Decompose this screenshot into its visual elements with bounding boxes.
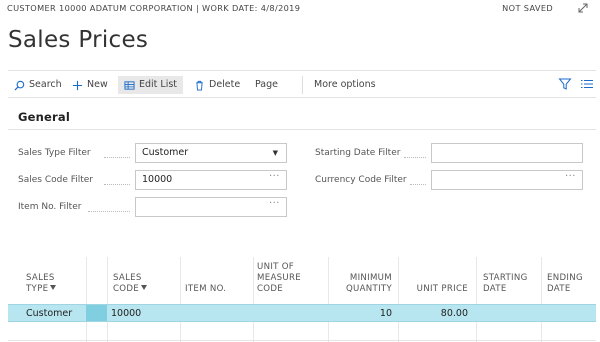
cell-sales-code[interactable]: 10000 (111, 308, 141, 319)
col-header-text: DATE (483, 284, 507, 294)
col-header-sales-type[interactable]: SALES TYPE (26, 273, 57, 295)
starting-date-filter-field[interactable] (431, 143, 583, 163)
col-header-text: DATE (547, 284, 571, 294)
sales-code-filter-field[interactable]: 10000 ··· (135, 170, 287, 190)
col-header-ending-date[interactable]: ENDING DATE (547, 273, 583, 295)
col-header-text: MEASURE (257, 273, 301, 283)
page-menu-button[interactable]: Page (255, 76, 278, 94)
label-dots (104, 184, 130, 185)
col-header-minimum-quantity[interactable]: MINIMUM QUANTITY (338, 273, 392, 295)
context-bar: CUSTOMER 10000 ADATUM CORPORATION | WORK… (7, 2, 595, 16)
item-no-filter-field[interactable]: ··· (135, 197, 287, 217)
label-dots (404, 157, 426, 158)
list-icon[interactable] (580, 77, 594, 91)
column-filter-icon (50, 285, 57, 290)
delete-label: Delete (209, 79, 241, 90)
label-dots (88, 211, 130, 212)
sales-type-filter-label: Sales Type Filter (18, 148, 91, 158)
context-text: CUSTOMER 10000 ADATUM CORPORATION | WORK… (7, 3, 301, 13)
save-status: NOT SAVED (502, 3, 553, 13)
column-filter-icon (141, 285, 148, 290)
more-options-label: More options (314, 79, 376, 90)
col-header-text: STARTING (483, 273, 528, 283)
col-header-unit-of-measure[interactable]: UNIT OF MEASURE CODE (257, 262, 301, 295)
search-icon (14, 80, 25, 91)
row-marker[interactable] (86, 305, 107, 321)
col-header-text: SALES (26, 273, 55, 283)
col-header-text: CODE (113, 284, 140, 294)
more-options-button[interactable]: More options (314, 76, 376, 94)
edit-list-label: Edit List (139, 79, 178, 90)
col-header-text: UNIT OF (257, 262, 295, 272)
edit-list-button[interactable]: Edit List (118, 76, 184, 94)
sales-type-filter-value: Customer (142, 147, 189, 158)
col-header-starting-date[interactable]: STARTING DATE (483, 273, 528, 295)
edit-list-icon (124, 80, 135, 90)
new-button[interactable]: New (72, 76, 108, 94)
cell-sales-type[interactable]: Customer (26, 308, 72, 319)
plus-icon (72, 80, 83, 90)
starting-date-filter-label: Starting Date Filter (315, 148, 401, 158)
general-section-title[interactable]: General (18, 110, 70, 124)
ellipsis-icon[interactable]: ··· (269, 195, 280, 213)
sales-prices-grid: SALES TYPE SALES CODE ITEM NO. UNIT OF M… (8, 257, 596, 342)
dropdown-caret-icon: ▼ (272, 149, 278, 157)
col-header-text: MINIMUM (349, 273, 392, 283)
ellipsis-icon[interactable]: ··· (565, 168, 576, 186)
item-no-filter-label: Item No. Filter (18, 202, 82, 212)
page-label: Page (255, 79, 278, 90)
col-header-unit-price[interactable]: UNIT PRICE (408, 284, 468, 295)
ellipsis-icon[interactable]: ··· (269, 168, 280, 186)
table-row-empty[interactable] (8, 323, 596, 341)
currency-code-filter-field[interactable]: ··· (431, 170, 583, 190)
sales-code-filter-label: Sales Code Filter (18, 175, 94, 185)
col-header-text: TYPE (26, 284, 49, 294)
table-row[interactable]: Customer 10000 10 80.00 (8, 304, 596, 322)
col-header-text: ENDING (547, 273, 583, 283)
sales-type-filter-select[interactable]: Customer ▼ (135, 143, 287, 163)
col-header-text: QUANTITY (345, 284, 392, 294)
search-button[interactable]: Search (14, 76, 62, 94)
col-header-text: CODE (257, 284, 284, 294)
delete-icon (196, 80, 203, 91)
currency-code-filter-label: Currency Code Filter (315, 175, 407, 185)
col-header-item-no[interactable]: ITEM NO. (185, 284, 226, 295)
page-title: Sales Prices (8, 27, 149, 53)
section-divider (8, 129, 596, 130)
delete-button[interactable]: Delete (194, 76, 240, 94)
cell-minimum-quantity[interactable]: 10 (338, 308, 392, 319)
action-separator (302, 76, 303, 94)
cell-unit-price[interactable]: 80.00 (408, 308, 468, 319)
col-header-sales-code[interactable]: SALES CODE (113, 273, 148, 295)
sales-code-filter-value: 10000 (142, 174, 173, 185)
filter-icon[interactable] (558, 77, 572, 91)
label-dots (104, 157, 130, 158)
new-label: New (87, 79, 108, 90)
search-label: Search (29, 79, 62, 90)
action-bar: Search New Edit List Delete Page More op… (8, 70, 596, 98)
expand-icon[interactable] (577, 2, 589, 14)
col-header-text: SALES (113, 273, 142, 283)
label-dots (410, 184, 426, 185)
